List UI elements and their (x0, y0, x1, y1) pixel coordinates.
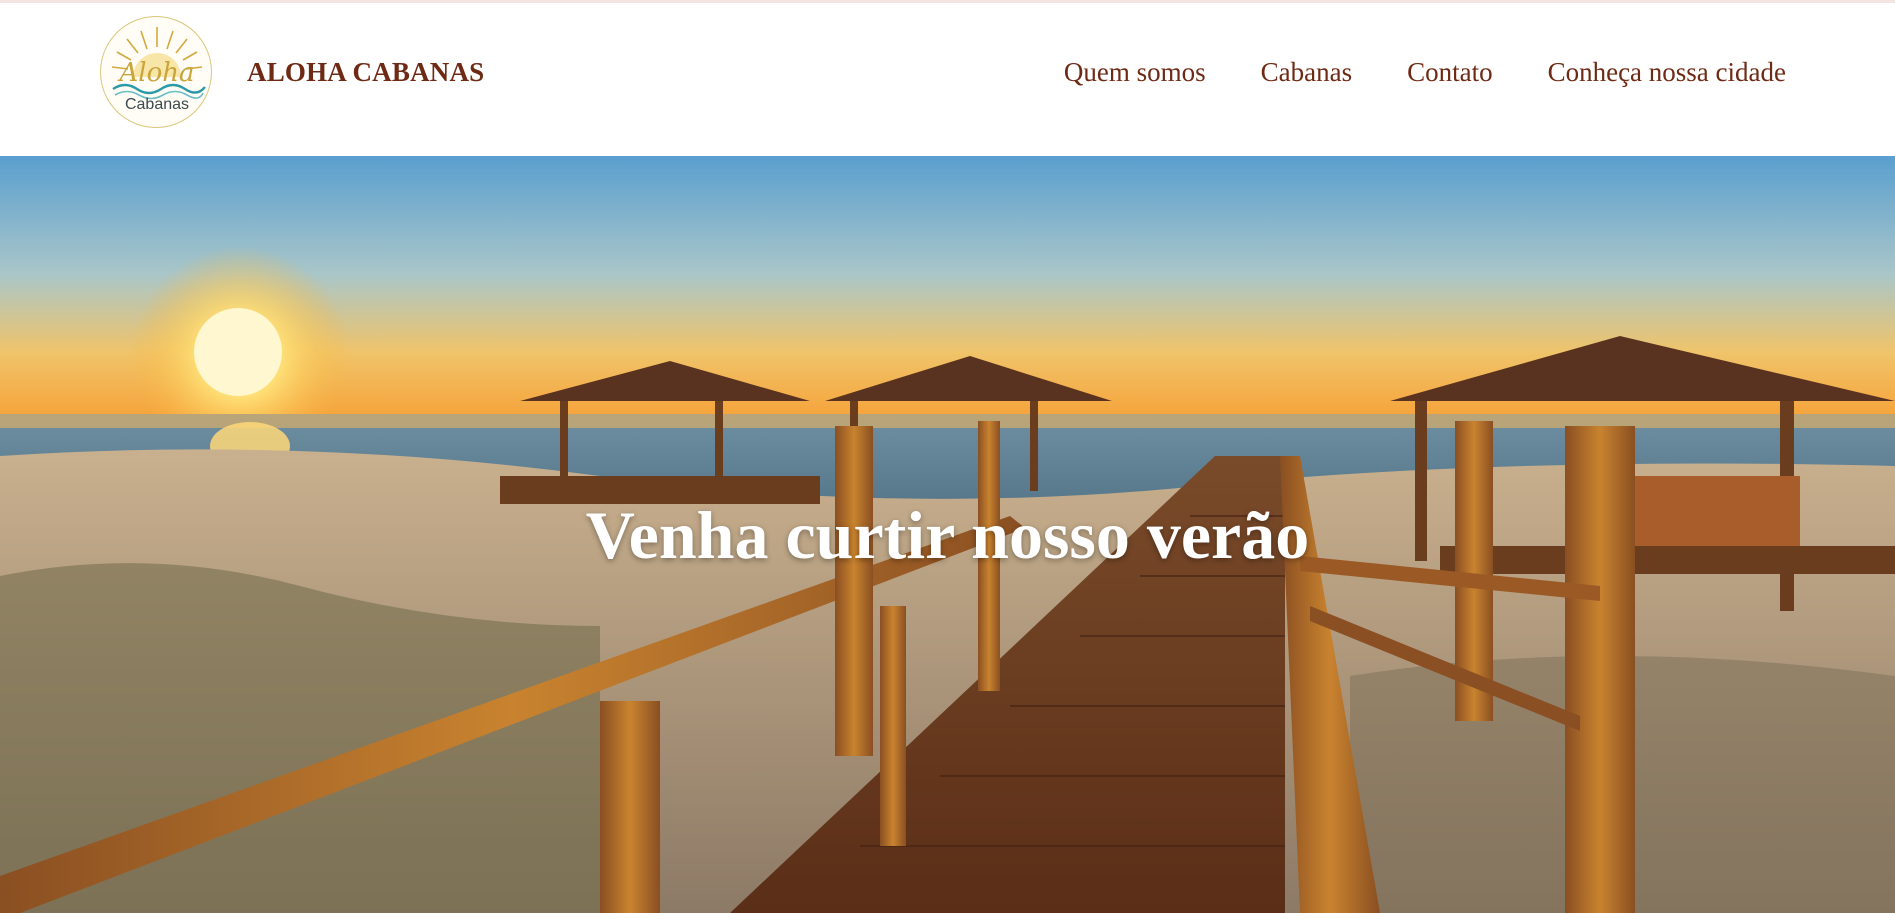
site-header: Aloha Cabanas ALOHA CABANAS Quem somos C… (0, 3, 1895, 156)
site-logo[interactable]: Aloha Cabanas (100, 16, 212, 128)
nav-link-conheca-nossa-cidade[interactable]: Conheça nossa cidade (1548, 57, 1786, 88)
svg-text:Aloha: Aloha (118, 58, 195, 88)
main-nav: Quem somos Cabanas Contato Conheça nossa… (1064, 57, 1786, 88)
brand-name[interactable]: ALOHA CABANAS (247, 57, 484, 88)
nav-link-contato[interactable]: Contato (1407, 57, 1493, 88)
hero-title: Venha curtir nosso verão (585, 497, 1310, 573)
sun-wave-logo-icon: Aloha Cabanas (111, 27, 206, 113)
nav-link-cabanas[interactable]: Cabanas (1261, 57, 1352, 88)
svg-text:Cabanas: Cabanas (125, 96, 189, 113)
nav-link-quem-somos[interactable]: Quem somos (1064, 57, 1206, 88)
hero-banner: Venha curtir nosso verão (0, 156, 1895, 913)
